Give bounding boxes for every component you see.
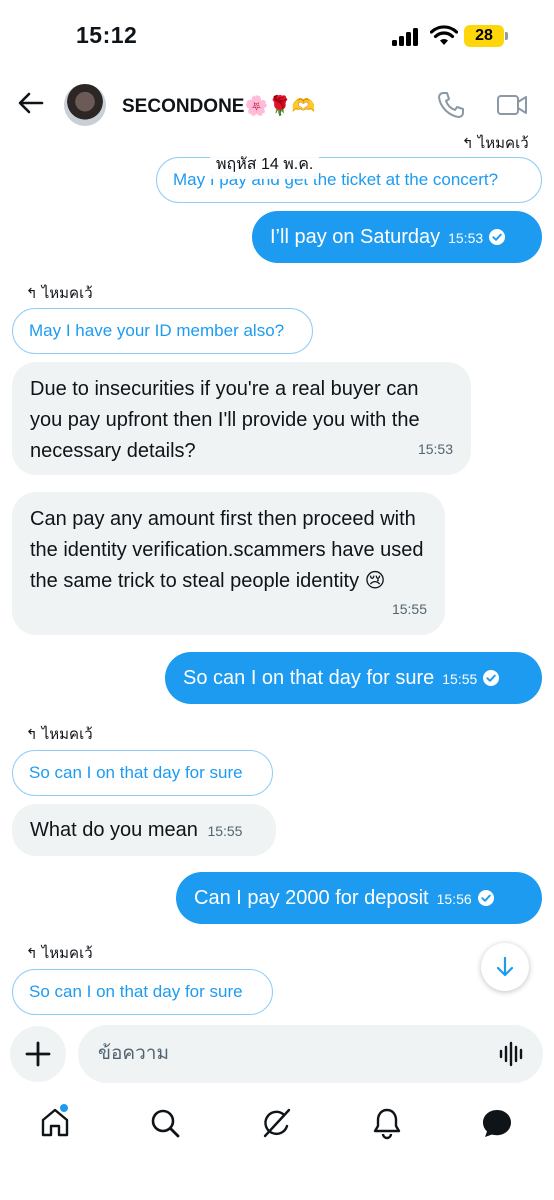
incoming-message[interactable]: Due to insecurities if you're a real buy… bbox=[12, 362, 471, 475]
read-check-icon bbox=[477, 890, 494, 906]
video-icon[interactable] bbox=[496, 92, 528, 118]
date-separator: พฤหัส 14 พ.ค. bbox=[210, 150, 320, 179]
message-text: I’ll pay on Saturday bbox=[270, 226, 441, 248]
bell-icon[interactable] bbox=[370, 1106, 404, 1140]
message-time: 15:55 bbox=[442, 671, 478, 687]
chat-header: SECONDONE🌸🌹🫶 bbox=[0, 72, 554, 138]
message-text: Can pay any amount first then proceed wi… bbox=[30, 508, 424, 592]
outgoing-message[interactable]: Can I pay 2000 for deposit 15:56 bbox=[176, 872, 542, 924]
reply-label: ↰ ไหมคเว้ bbox=[26, 945, 93, 962]
message-time: 15:53 bbox=[448, 230, 484, 246]
add-media-button[interactable] bbox=[10, 1026, 66, 1082]
incoming-message[interactable]: What do you mean 15:55 bbox=[12, 804, 276, 856]
status-bar: 15:12 28 bbox=[0, 0, 554, 72]
status-time: 15:12 bbox=[76, 22, 138, 48]
outgoing-message[interactable]: I’ll pay on Saturday 15:53 bbox=[252, 211, 542, 263]
grok-icon[interactable] bbox=[259, 1106, 293, 1140]
reply-arrow-icon: ↰ bbox=[26, 285, 38, 301]
search-icon[interactable] bbox=[148, 1106, 182, 1140]
voice-wave-icon[interactable] bbox=[498, 1041, 526, 1067]
message-composer bbox=[78, 1025, 543, 1083]
message-time: 15:55 bbox=[207, 823, 243, 839]
reply-label: ↰ ไหมคเว้ bbox=[26, 285, 93, 302]
message-text: Due to insecurities if you're a real buy… bbox=[30, 378, 420, 462]
message-time: 15:56 bbox=[436, 891, 472, 907]
incoming-message[interactable]: Can pay any amount first then proceed wi… bbox=[12, 492, 445, 635]
avatar[interactable] bbox=[64, 84, 106, 126]
home-notification-dot bbox=[60, 1104, 68, 1112]
reply-label: ↰ ไหมคเว้ bbox=[26, 726, 93, 743]
reply-arrow-icon: ↰ bbox=[26, 945, 38, 961]
message-text: What do you mean bbox=[30, 819, 198, 841]
reply-label: ↰ ไหมคเว้ bbox=[462, 135, 529, 152]
message-text: So can I on that day for sure bbox=[183, 667, 435, 689]
cellular-signal-icon bbox=[392, 28, 422, 46]
message-text: Can I pay 2000 for deposit bbox=[194, 887, 429, 909]
quoted-message[interactable]: So can I on that day for sure bbox=[12, 969, 273, 1015]
wifi-icon bbox=[430, 25, 458, 45]
quoted-message[interactable]: May I have your ID member also? bbox=[12, 308, 313, 354]
contact-name[interactable]: SECONDONE🌸🌹🫶 bbox=[122, 94, 315, 118]
scroll-to-bottom-button[interactable] bbox=[481, 943, 529, 991]
reply-arrow-icon: ↰ bbox=[26, 726, 38, 742]
quoted-message[interactable]: So can I on that day for sure bbox=[12, 750, 273, 796]
outgoing-message[interactable]: So can I on that day for sure 15:55 bbox=[165, 652, 542, 704]
read-check-icon bbox=[483, 670, 500, 686]
reply-arrow-icon: ↰ bbox=[462, 135, 474, 151]
phone-icon[interactable] bbox=[436, 90, 466, 120]
battery-indicator: 28 bbox=[464, 25, 508, 47]
home-icon[interactable] bbox=[38, 1106, 72, 1140]
message-input[interactable] bbox=[98, 1025, 478, 1083]
battery-level: 28 bbox=[475, 27, 493, 44]
message-time: 15:55 bbox=[391, 601, 427, 617]
message-time: 15:53 bbox=[417, 441, 453, 457]
bottom-navigation bbox=[0, 1100, 554, 1150]
read-check-icon bbox=[489, 229, 506, 245]
arrow-down-icon bbox=[496, 956, 514, 977]
plus-icon bbox=[25, 1041, 51, 1067]
back-arrow-icon[interactable] bbox=[14, 86, 48, 120]
messages-icon[interactable] bbox=[480, 1106, 514, 1140]
